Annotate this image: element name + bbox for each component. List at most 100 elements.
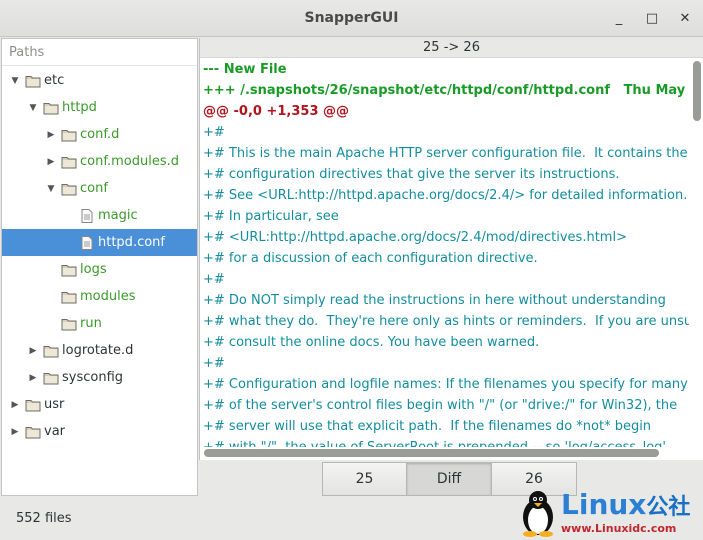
folder-icon	[61, 183, 77, 195]
diff-line: +#	[203, 356, 225, 371]
minimize-button[interactable]: _	[607, 9, 631, 27]
paths-header[interactable]: Paths	[2, 39, 197, 66]
watermark-brand-cn: 公社	[646, 495, 691, 520]
diff-line: +# Configuration and logfile names: If t…	[203, 377, 688, 392]
diff-line: +# consult the online docs. You have bee…	[203, 335, 540, 350]
folder-icon	[61, 291, 77, 303]
close-icon: ✕	[679, 10, 691, 26]
folder-icon	[61, 129, 77, 141]
penguin-icon	[523, 491, 553, 537]
tree-item-label: conf.d	[80, 127, 120, 142]
tree-item-label: etc	[44, 73, 65, 88]
vertical-scroll-thumb[interactable]	[693, 61, 701, 121]
tree-item-label: sysconfig	[62, 370, 124, 385]
tree-item-label: magic	[98, 208, 138, 223]
tree-item-label: modules	[80, 289, 136, 304]
tree-item[interactable]: run	[2, 310, 197, 337]
diff-pane: 25 -> 26 --- New File +++ /.snapshots/26/…	[199, 38, 703, 460]
diff-line: +#	[203, 125, 225, 140]
diff-line: +# configuration directives that give th…	[203, 167, 620, 182]
file-count-status: 552 files	[16, 511, 72, 526]
vertical-scrollbar[interactable]	[693, 61, 701, 443]
tree-item-label: httpd	[62, 100, 97, 115]
diff-line: +# In particular, see	[203, 209, 339, 224]
expander-closed-icon[interactable]: ▶	[26, 371, 40, 385]
snapshot-range-header: 25 -> 26	[200, 38, 703, 58]
close-button[interactable]: ✕	[673, 9, 697, 27]
expander-open-icon[interactable]: ▼	[44, 182, 58, 196]
diff-line: @@ -0,0 +1,353 @@	[203, 104, 350, 119]
tree-item[interactable]: logs	[2, 256, 197, 283]
expander-closed-icon[interactable]: ▶	[8, 425, 22, 439]
diff-line: +# <URL:http://httpd.apache.org/docs/2.4…	[203, 230, 627, 245]
diff-line: +#	[203, 272, 225, 287]
folder-icon	[25, 399, 41, 411]
folder-icon	[43, 345, 59, 357]
watermark-url: www.Linuxidc.com	[561, 522, 677, 535]
diff-line: +# This is the main Apache HTTP server c…	[203, 146, 688, 161]
tree-item-label: httpd.conf	[98, 235, 165, 250]
minimize-icon: _	[615, 10, 623, 26]
folder-icon	[43, 102, 59, 114]
diff-line: +++ /.snapshots/26/snapshot/etc/httpd/co…	[203, 83, 689, 98]
expander-closed-icon[interactable]: ▶	[8, 398, 22, 412]
expander-closed-icon[interactable]: ▶	[44, 128, 58, 142]
diff-text-view[interactable]: --- New File +++ /.snapshots/26/snapshot/…	[201, 59, 689, 447]
tree-item[interactable]: ▶ var	[2, 418, 197, 445]
tree-item[interactable]: ▶ conf.modules.d	[2, 148, 197, 175]
file-icon	[81, 235, 93, 250]
expander-closed-icon[interactable]: ▶	[26, 344, 40, 358]
tree-item[interactable]: magic	[2, 202, 197, 229]
tree-item-label: logs	[80, 262, 107, 277]
folder-icon	[61, 318, 77, 330]
horizontal-scroll-thumb[interactable]	[204, 449, 659, 457]
diff-line: --- New File	[203, 62, 287, 77]
diff-line: +# for a discussion of each configuratio…	[203, 251, 538, 266]
folder-icon	[61, 264, 77, 276]
window-title: SnapperGUI	[304, 10, 399, 26]
tree-item[interactable]: ▶ usr	[2, 391, 197, 418]
diff-line: +# server will use that explicit path. I…	[203, 419, 652, 434]
tree-item[interactable]: ▶ conf.d	[2, 121, 197, 148]
expander-open-icon[interactable]: ▼	[8, 74, 22, 88]
folder-icon	[43, 372, 59, 384]
tree-item[interactable]: ▼ etc	[2, 67, 197, 94]
tree-item[interactable]: ▶ sysconfig	[2, 364, 197, 391]
tree-item-label: conf	[80, 181, 108, 196]
maximize-button[interactable]: □	[640, 9, 664, 27]
paths-panel: Paths ▼ etc ▼ httpd ▶ conf.d ▶ conf.modules.d ▼ c…	[1, 38, 198, 496]
watermark-brand: Linux	[561, 488, 647, 521]
tree-item[interactable]: ▼ httpd	[2, 94, 197, 121]
file-icon	[81, 208, 93, 223]
watermark-text: Linux公社 www.Linuxidc.com	[561, 488, 691, 536]
tree-item[interactable]: httpd.conf	[2, 229, 197, 256]
tree-item-label: conf.modules.d	[80, 154, 179, 169]
diff-line: +# with "/", the value of ServerRoot is …	[201, 437, 689, 447]
tree-item[interactable]: modules	[2, 283, 197, 310]
diff-line: +# of the server's control files begin w…	[203, 398, 678, 413]
folder-icon	[61, 156, 77, 168]
diff-line: +# Do NOT simply read the instructions i…	[203, 293, 666, 308]
maximize-icon: □	[645, 10, 659, 26]
diff-line: +# what they do. They're here only as hi…	[203, 314, 689, 329]
expander-open-icon[interactable]: ▼	[26, 101, 40, 115]
diff-line: +# See <URL:http://httpd.apache.org/docs…	[203, 188, 688, 203]
tree-item-label: usr	[44, 397, 65, 412]
diff-button[interactable]: Diff	[407, 462, 492, 496]
folder-icon	[25, 75, 41, 87]
tree-item[interactable]: ▶ logrotate.d	[2, 337, 197, 364]
expander-closed-icon[interactable]: ▶	[44, 155, 58, 169]
tree-item-label: var	[44, 424, 66, 439]
window-controls: _ □ ✕	[607, 9, 697, 27]
snapshot-25-button[interactable]: 25	[322, 462, 407, 496]
tree-item-label: logrotate.d	[62, 343, 134, 358]
title-bar: SnapperGUI _ □ ✕	[0, 0, 703, 37]
tree-item[interactable]: ▼ conf	[2, 175, 197, 202]
horizontal-scrollbar[interactable]	[204, 449, 689, 457]
folder-icon	[25, 426, 41, 438]
